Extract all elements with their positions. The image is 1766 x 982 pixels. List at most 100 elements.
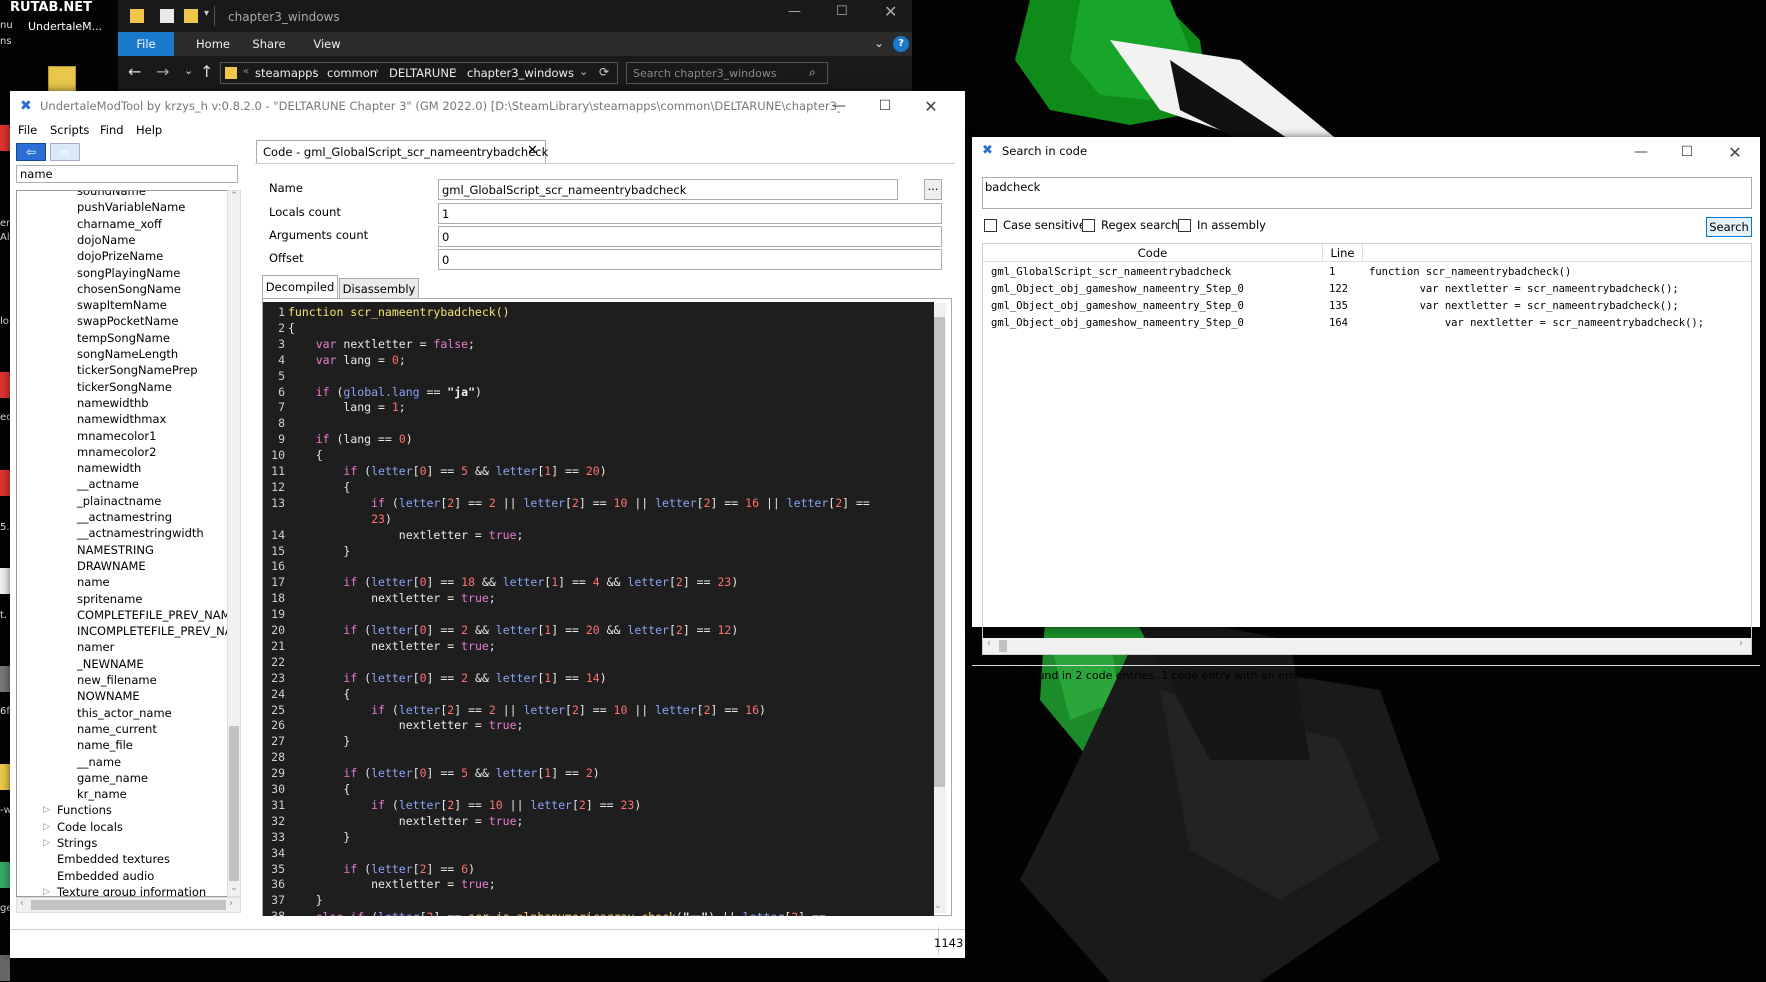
tree-item[interactable]: mnamecolor1 — [77, 428, 156, 444]
maximize-button[interactable]: ☐ — [836, 4, 848, 19]
scroll-right-icon[interactable]: › — [1739, 638, 1743, 649]
tree-item[interactable]: NAMESTRING — [77, 542, 154, 558]
tree-item[interactable]: _NEWNAME — [77, 656, 144, 672]
result-row[interactable]: gml_Object_obj_gameshow_nameentry_Step_0… — [983, 281, 1751, 298]
regex-search-checkbox[interactable] — [1082, 219, 1095, 232]
case-sensitive-checkbox[interactable] — [984, 219, 997, 232]
tree-item[interactable]: songNameLength — [77, 346, 178, 362]
expand-icon[interactable]: ▷ — [43, 802, 50, 818]
expand-icon[interactable]: ▷ — [43, 835, 50, 851]
forward-arrow-button[interactable]: ⇨ — [50, 143, 80, 161]
tree-item[interactable]: tempSongName — [77, 330, 170, 346]
scroll-up-icon[interactable]: ⌃ — [228, 191, 240, 201]
file-icon[interactable] — [0, 568, 10, 594]
recent-locations-icon[interactable]: ⌄ — [184, 64, 193, 77]
ribbon-tab-share[interactable]: Share — [244, 32, 294, 56]
in-assembly-checkbox[interactable] — [1178, 219, 1191, 232]
tree-item[interactable]: INCOMPLETEFILE_PREV_NAI — [77, 623, 227, 639]
tab-disassembly[interactable]: Disassembly — [339, 278, 419, 299]
resource-tree[interactable]: soundName pushVariableName charname_xoff do… — [16, 190, 228, 897]
ribbon-tab-file[interactable]: File — [118, 32, 174, 56]
results-hscrollbar[interactable]: ‹ › — [983, 638, 1751, 654]
properties-icon[interactable] — [160, 9, 174, 23]
scroll-down-icon[interactable]: ⌄ — [228, 883, 240, 893]
maximize-button[interactable]: ☐ — [862, 91, 908, 121]
tree-item[interactable]: game_name — [77, 770, 148, 786]
code-editor[interactable]: 1 function scr_nameentrybadcheck() 2{3 var… — [263, 302, 934, 916]
result-row[interactable]: gml_Object_obj_gameshow_nameentry_Step_0… — [983, 315, 1751, 332]
image-icon[interactable] — [0, 666, 10, 692]
breadcrumb-common[interactable]: common — [327, 66, 377, 80]
locals-count-field[interactable] — [438, 203, 942, 224]
name-field[interactable] — [438, 179, 898, 200]
breadcrumb-chapter3[interactable]: chapter3_windows — [467, 66, 574, 80]
close-button[interactable]: ✕ — [1712, 137, 1758, 167]
menu-scripts[interactable]: Scripts — [50, 123, 89, 137]
tree-scrollbar-thumb[interactable] — [229, 726, 239, 881]
help-button[interactable]: ? — [893, 36, 909, 52]
code-scrollbar-thumb[interactable] — [933, 317, 945, 787]
tree-item[interactable]: COMPLETEFILE_PREV_NAME — [77, 607, 227, 623]
menu-find[interactable]: Find — [100, 123, 124, 137]
tree-scrollbar[interactable]: ⌃ ⌄ — [227, 190, 241, 897]
file-icon[interactable] — [0, 955, 10, 981]
close-button[interactable]: ✕ — [884, 2, 897, 21]
ribbon-tab-home[interactable]: Home — [188, 32, 238, 56]
browse-button[interactable]: … — [924, 179, 942, 200]
app-icon[interactable] — [0, 125, 10, 151]
tree-item[interactable]: tickerSongNamePrep — [77, 362, 198, 378]
tree-item[interactable]: __actname — [77, 476, 139, 492]
tree-item[interactable]: namewidthmax — [77, 411, 166, 427]
tree-item[interactable]: songPlayingName — [77, 265, 180, 281]
scroll-right-icon[interactable]: › — [229, 898, 233, 909]
tree-item[interactable]: name — [77, 574, 110, 590]
scroll-left-icon[interactable]: ‹ — [987, 638, 991, 649]
minimize-button[interactable]: — — [816, 91, 862, 121]
tree-item[interactable]: __actnamestringwidth — [77, 525, 204, 541]
search-icon[interactable]: ⌕ — [809, 65, 816, 80]
tree-filter-input[interactable] — [16, 165, 238, 183]
tree-item[interactable]: _plainactname — [77, 493, 161, 509]
tree-item[interactable]: __actnamestring — [77, 509, 172, 525]
tree-item[interactable]: Strings — [57, 835, 97, 851]
minimize-button[interactable]: — — [1618, 137, 1664, 167]
tree-item[interactable]: NOWNAME — [77, 688, 140, 704]
code-tab[interactable]: Code - gml_GlobalScript_scr_nameentrybad… — [256, 140, 548, 164]
minimize-button[interactable]: — — [788, 4, 801, 19]
tree-item[interactable]: swapPocketName — [77, 313, 178, 329]
tree-item[interactable]: dojoName — [77, 232, 136, 248]
expand-icon[interactable]: ▷ — [43, 884, 50, 896]
zip-folder-icon[interactable] — [48, 66, 76, 92]
tree-hscrollbar-thumb[interactable] — [31, 900, 226, 910]
tree-item[interactable]: namer — [77, 639, 114, 655]
up-button[interactable]: ↑ — [200, 62, 213, 81]
expand-icon[interactable]: ▷ — [43, 819, 50, 835]
result-row[interactable]: gml_Object_obj_gameshow_nameentry_Step_0… — [983, 298, 1751, 315]
arguments-count-field[interactable] — [438, 226, 942, 247]
offset-field[interactable] — [438, 249, 942, 270]
tree-item[interactable]: this_actor_name — [77, 705, 172, 721]
tree-item[interactable]: DRAWNAME — [77, 558, 146, 574]
app-icon[interactable] — [0, 372, 10, 398]
ribbon-expand-icon[interactable]: ⌄ — [874, 36, 884, 50]
results-hscrollbar-thumb[interactable] — [999, 640, 1007, 652]
scroll-down-icon[interactable]: ⌄ — [934, 901, 942, 911]
app-icon[interactable] — [0, 862, 10, 888]
menu-file[interactable]: File — [18, 123, 37, 137]
search-button[interactable]: Search — [1706, 217, 1752, 237]
close-tab-icon[interactable]: ✕ — [527, 143, 538, 158]
address-dropdown-icon[interactable]: ⌄ — [579, 65, 588, 78]
breadcrumb-steamapps[interactable]: steamapps — [255, 66, 318, 80]
maximize-button[interactable]: ☐ — [1664, 137, 1710, 167]
tree-item[interactable]: Embedded audio — [57, 868, 154, 884]
refresh-icon[interactable]: ⟳ — [599, 65, 609, 79]
back-arrow-button[interactable]: ⇦ — [16, 143, 46, 161]
tree-item[interactable]: name_current — [77, 721, 157, 737]
quick-access-dropdown-icon[interactable]: ▾ — [204, 8, 209, 19]
tree-item[interactable]: namewidthb — [77, 395, 149, 411]
tree-item[interactable]: new_filename — [77, 672, 157, 688]
tree-item[interactable]: __name — [77, 754, 121, 770]
tree-item[interactable]: pushVariableName — [77, 199, 185, 215]
scroll-left-icon[interactable]: ‹ — [20, 898, 24, 909]
column-line[interactable]: Line — [1323, 244, 1363, 262]
